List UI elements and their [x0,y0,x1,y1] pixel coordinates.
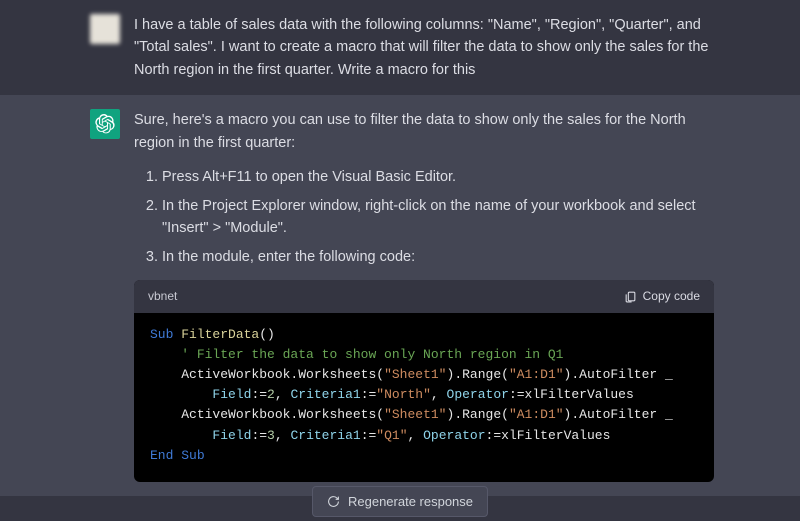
regenerate-label: Regenerate response [348,494,473,509]
regenerate-button[interactable]: Regenerate response [312,486,488,517]
clipboard-icon [624,290,637,303]
list-item: Press Alt+F11 to open the Visual Basic E… [162,166,714,188]
code-lang: vbnet [148,287,177,306]
assistant-intro: Sure, here's a macro you can use to filt… [134,109,714,154]
user-avatar [90,14,120,44]
assistant-message: Sure, here's a macro you can use to filt… [0,95,800,495]
copy-label: Copy code [643,287,700,306]
list-item: In the module, enter the following code: [162,246,714,268]
assistant-content: Sure, here's a macro you can use to filt… [134,109,714,481]
refresh-icon [327,495,340,508]
user-message: I have a table of sales data with the fo… [0,0,800,95]
code-block: vbnet Copy code Sub FilterData() ' Filte… [134,280,714,482]
copy-code-button[interactable]: Copy code [624,287,700,306]
code-header: vbnet Copy code [134,280,714,313]
assistant-avatar [90,109,120,139]
steps-list: Press Alt+F11 to open the Visual Basic E… [162,166,714,268]
list-item: In the Project Explorer window, right-cl… [162,195,714,240]
code-content: Sub FilterData() ' Filter the data to sh… [134,313,714,482]
user-text: I have a table of sales data with the fo… [134,14,714,81]
